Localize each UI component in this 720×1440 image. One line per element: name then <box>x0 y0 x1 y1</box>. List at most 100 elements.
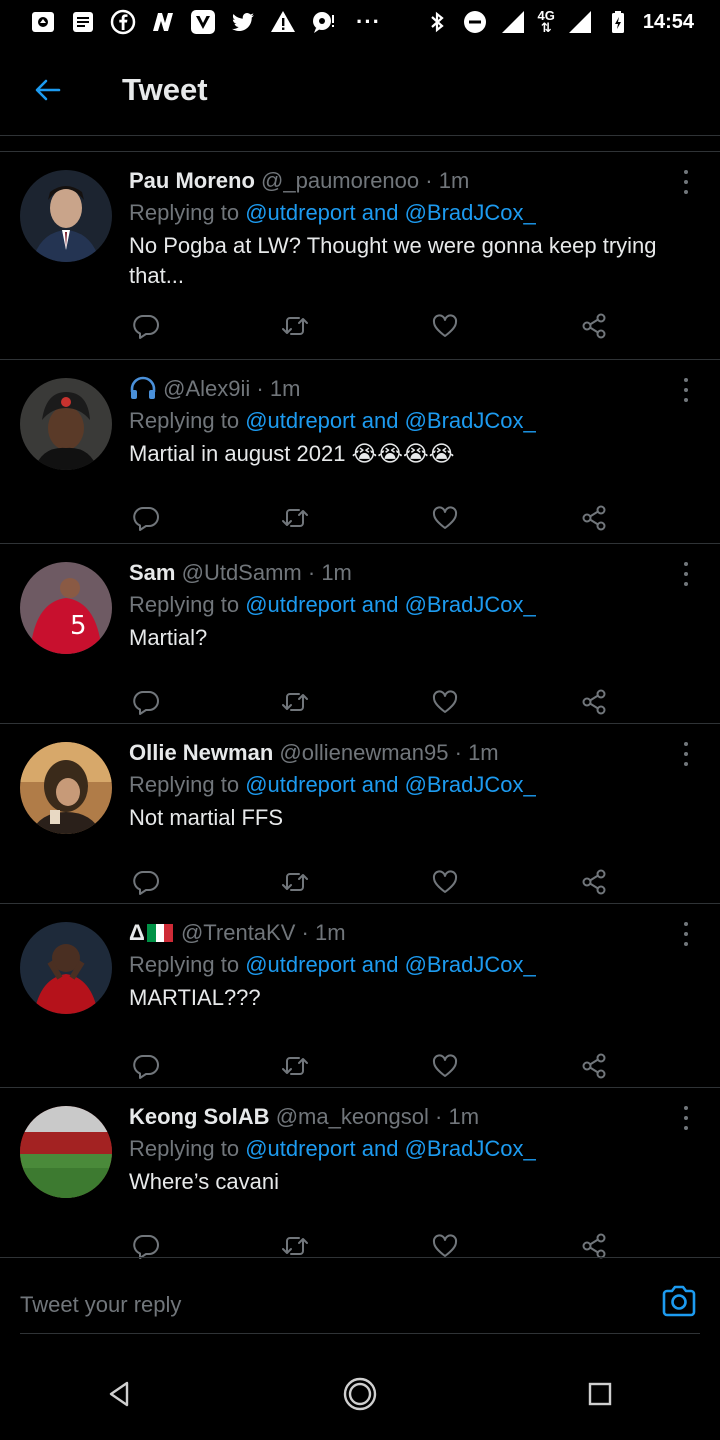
reply-placeholder[interactable]: Tweet your reply <box>20 1292 181 1318</box>
bluetooth-icon <box>424 9 450 35</box>
retweet-button[interactable] <box>279 310 311 342</box>
tweet[interactable]: Ollie Newman @ollienewman95 · 1m Replyin… <box>0 724 720 904</box>
mention-link[interactable]: @BradJCox_ <box>405 592 536 617</box>
like-button[interactable] <box>429 866 461 898</box>
network-type: 4G ⇅ <box>537 8 555 35</box>
nav-home-button[interactable] <box>336 1370 384 1418</box>
handle[interactable]: @UtdSamm <box>182 560 302 585</box>
crying-emoji: 😭😭😭😭 <box>351 441 455 466</box>
v-app-icon <box>190 9 216 35</box>
mention-link[interactable]: @utdreport <box>245 1136 355 1161</box>
reply-composer: Tweet your reply <box>0 1257 720 1347</box>
avatar[interactable] <box>20 378 112 470</box>
tweet-meta: Ollie Newman @ollienewman95 · 1m <box>129 738 680 768</box>
mention-and[interactable]: and <box>362 200 399 225</box>
tweet[interactable]: Δ @TrentaKV · 1m Replying to @utdreport … <box>0 904 720 1088</box>
display-name[interactable]: Keong SolAB <box>129 1104 270 1129</box>
display-name[interactable]: Ollie Newman <box>129 740 273 765</box>
mention-link[interactable]: @BradJCox_ <box>405 1136 536 1161</box>
share-button[interactable] <box>578 866 610 898</box>
chat-icon <box>310 9 336 35</box>
reply-icon <box>133 315 159 339</box>
app-notification-icon <box>30 9 56 35</box>
mention-and[interactable]: and <box>362 952 399 977</box>
heart-icon <box>432 314 457 337</box>
more-options-icon[interactable] <box>678 1106 694 1130</box>
like-button[interactable] <box>429 686 461 718</box>
reply-button[interactable] <box>130 1050 162 1082</box>
mention-link[interactable]: @utdreport <box>245 408 355 433</box>
reply-button[interactable] <box>130 502 162 534</box>
retweet-button[interactable] <box>279 686 311 718</box>
avatar[interactable] <box>20 170 112 262</box>
mention-link[interactable]: @utdreport <box>245 200 355 225</box>
replying-to: Replying to @utdreport and @BradJCox_ <box>129 196 680 230</box>
tweet-actions <box>130 502 610 534</box>
like-button[interactable] <box>429 1050 461 1082</box>
share-button[interactable] <box>578 686 610 718</box>
more-options-icon[interactable] <box>678 170 694 194</box>
mention-link[interactable]: @BradJCox_ <box>405 952 536 977</box>
avatar[interactable]: 5 <box>20 562 112 654</box>
nav-back-button[interactable] <box>96 1370 144 1418</box>
mention-and[interactable]: and <box>362 408 399 433</box>
timestamp: · 1m <box>454 740 499 765</box>
camera-button[interactable] <box>660 1282 698 1320</box>
tweet-body: Δ @TrentaKV · 1m Replying to @utdreport … <box>129 918 680 1013</box>
display-name[interactable]: Δ <box>129 920 145 945</box>
handle[interactable]: @TrentaKV <box>181 920 295 945</box>
tweet[interactable]: 5 Sam @UtdSamm · 1m Replying to @utdrepo… <box>0 544 720 724</box>
like-button[interactable] <box>429 310 461 342</box>
nav-recents-button[interactable] <box>576 1370 624 1418</box>
share-button[interactable] <box>578 310 610 342</box>
back-button[interactable] <box>24 66 72 114</box>
svg-text:5: 5 <box>70 611 87 641</box>
more-options-icon[interactable] <box>678 378 694 402</box>
tweet[interactable]: Pau Moreno @_paumorenoo · 1m Replying to… <box>0 152 720 360</box>
replying-to: Replying to @utdreport and @BradJCox_ <box>129 588 680 622</box>
retweet-button[interactable] <box>279 866 311 898</box>
handle[interactable]: @ma_keongsol <box>276 1104 429 1129</box>
timestamp: · 1m <box>256 376 301 401</box>
display-name[interactable]: Sam <box>129 560 175 585</box>
reply-button[interactable] <box>130 866 162 898</box>
signal-icon-1 <box>500 9 526 35</box>
mention-and[interactable]: and <box>362 772 399 797</box>
battery-icon <box>605 9 631 35</box>
arrow-left-icon <box>35 79 61 100</box>
more-options-icon[interactable] <box>678 922 694 946</box>
mention-link[interactable]: @utdreport <box>245 772 355 797</box>
mention-link[interactable]: @BradJCox_ <box>405 200 536 225</box>
replying-label: Replying to <box>129 772 240 797</box>
more-options-icon[interactable] <box>678 562 694 586</box>
handle[interactable]: @ollienewman95 <box>279 740 448 765</box>
mention-link[interactable]: @utdreport <box>245 592 355 617</box>
avatar[interactable] <box>20 742 112 834</box>
mention-link[interactable]: @utdreport <box>245 952 355 977</box>
retweet-button[interactable] <box>279 1050 311 1082</box>
more-options-icon[interactable] <box>678 742 694 766</box>
tweet[interactable]: Keong SolAB @ma_keongsol · 1m Replying t… <box>0 1088 720 1259</box>
tweet-body: Ollie Newman @ollienewman95 · 1m Replyin… <box>129 738 680 833</box>
tweet[interactable]: @Alex9ii · 1m Replying to @utdreport and… <box>0 360 720 544</box>
reply-input[interactable]: Tweet your reply <box>20 1276 700 1334</box>
like-button[interactable] <box>429 502 461 534</box>
heart-icon <box>432 1054 457 1077</box>
handle[interactable]: @_paumorenoo <box>261 168 419 193</box>
share-button[interactable] <box>578 502 610 534</box>
mention-and[interactable]: and <box>362 1136 399 1161</box>
tweet-text: Not martial FFS <box>129 805 284 830</box>
retweet-button[interactable] <box>279 502 311 534</box>
mention-link[interactable]: @BradJCox_ <box>405 772 536 797</box>
share-button[interactable] <box>578 1050 610 1082</box>
handle[interactable]: @Alex9ii <box>163 376 250 401</box>
display-name[interactable]: Pau Moreno <box>129 168 255 193</box>
avatar[interactable] <box>20 1106 112 1198</box>
reply-button[interactable] <box>130 686 162 718</box>
heart-icon <box>432 690 457 713</box>
reply-button[interactable] <box>130 310 162 342</box>
mention-link[interactable]: @BradJCox_ <box>405 408 536 433</box>
mention-and[interactable]: and <box>362 592 399 617</box>
avatar[interactable] <box>20 922 112 1014</box>
tweet-text-content: Martial in august 2021 <box>129 441 346 466</box>
